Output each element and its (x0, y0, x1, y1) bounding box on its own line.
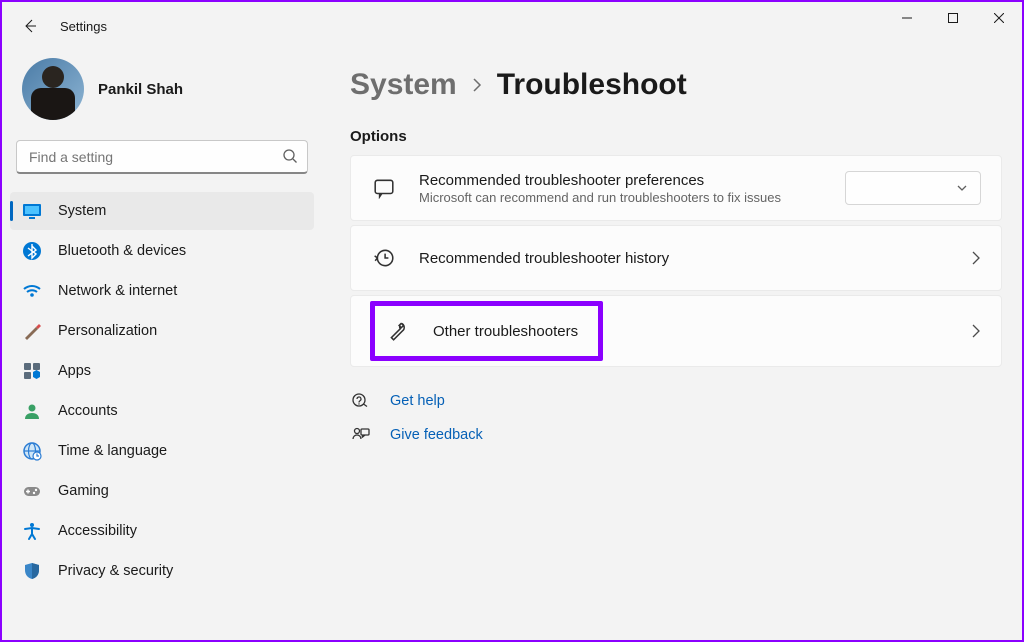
sidebar-item-apps[interactable]: Apps (10, 352, 314, 390)
footer-links: Get help Give feedback (350, 391, 1002, 445)
chevron-right-icon (971, 251, 981, 265)
give-feedback-label: Give feedback (390, 427, 483, 443)
search-input[interactable] (16, 140, 308, 174)
gamepad-icon (22, 481, 42, 501)
search-icon (282, 148, 298, 164)
feedback-icon (350, 425, 372, 445)
breadcrumb-parent[interactable]: System (350, 68, 457, 102)
title-bar: Settings (2, 2, 1022, 50)
sidebar-item-accessibility[interactable]: Accessibility (10, 512, 314, 550)
profile-section[interactable]: Pankil Shah (10, 50, 314, 140)
chevron-right-icon (471, 78, 483, 92)
sidebar-item-label: Personalization (58, 323, 157, 339)
brush-icon (22, 321, 42, 341)
get-help-label: Get help (390, 393, 445, 409)
option-title: Recommended troubleshooter preferences (419, 172, 823, 189)
sidebar-item-privacy-security[interactable]: Privacy & security (10, 552, 314, 590)
get-help-link[interactable]: Get help (350, 391, 1002, 411)
sidebar-item-bluetooth-devices[interactable]: Bluetooth & devices (10, 232, 314, 270)
close-button[interactable] (976, 2, 1022, 34)
breadcrumb-current: Troubleshoot (497, 68, 687, 102)
sidebar-item-label: Bluetooth & devices (58, 243, 186, 259)
options-list: Recommended troubleshooter preferencesMi… (350, 155, 1002, 367)
window-controls (884, 2, 1022, 34)
sidebar-item-label: Time & language (58, 443, 167, 459)
sidebar-item-accounts[interactable]: Accounts (10, 392, 314, 430)
chat-icon (371, 177, 397, 199)
apps-icon (22, 361, 42, 381)
sidebar-item-label: Apps (58, 363, 91, 379)
search-box (16, 140, 308, 174)
sidebar-item-label: Privacy & security (58, 563, 173, 579)
breadcrumb: System Troubleshoot (350, 68, 1002, 102)
option-title: Recommended troubleshooter history (419, 250, 949, 267)
accessibility-icon (22, 521, 42, 541)
highlighted-option: Other troubleshooters (370, 301, 603, 361)
bluetooth-icon (22, 241, 42, 261)
sidebar-item-network-internet[interactable]: Network & internet (10, 272, 314, 310)
option-title: Other troubleshooters (433, 323, 578, 340)
sidebar-item-label: Network & internet (58, 283, 177, 299)
window-title: Settings (60, 19, 107, 34)
chevron-right-icon (971, 324, 981, 338)
person-icon (22, 401, 42, 421)
option-card-other-troubleshooters[interactable]: Other troubleshooters (350, 295, 1002, 367)
sidebar: Pankil Shah System Bluetooth & devices Net… (2, 50, 322, 640)
chevron-down-icon (956, 182, 968, 194)
user-name: Pankil Shah (98, 81, 183, 98)
option-subtitle: Microsoft can recommend and run troubles… (419, 190, 823, 205)
minimize-button[interactable] (884, 2, 930, 34)
sidebar-nav: System Bluetooth & devices Network & inter… (10, 192, 314, 590)
avatar (22, 58, 84, 120)
history-icon (371, 247, 397, 269)
maximize-button[interactable] (930, 2, 976, 34)
preferences-dropdown[interactable] (845, 171, 981, 205)
give-feedback-link[interactable]: Give feedback (350, 425, 1002, 445)
sidebar-item-system[interactable]: System (10, 192, 314, 230)
globe-icon (22, 441, 42, 461)
sidebar-item-label: Accessibility (58, 523, 137, 539)
option-card-recommended-troubleshooter-preferences[interactable]: Recommended troubleshooter preferencesMi… (350, 155, 1002, 221)
sidebar-item-label: Accounts (58, 403, 118, 419)
back-button[interactable] (20, 16, 40, 36)
option-card-recommended-troubleshooter-history[interactable]: Recommended troubleshooter history (350, 225, 1002, 291)
help-icon (350, 391, 372, 411)
wifi-icon (22, 281, 42, 301)
sidebar-item-label: System (58, 203, 106, 219)
wrench-icon (385, 320, 411, 342)
sidebar-item-personalization[interactable]: Personalization (10, 312, 314, 350)
shield-icon (22, 561, 42, 581)
sidebar-item-time-language[interactable]: Time & language (10, 432, 314, 470)
sidebar-item-gaming[interactable]: Gaming (10, 472, 314, 510)
system-icon (22, 201, 42, 221)
sidebar-item-label: Gaming (58, 483, 109, 499)
content-area: System Troubleshoot Options Recommended … (322, 50, 1022, 640)
section-title: Options (350, 128, 1002, 145)
